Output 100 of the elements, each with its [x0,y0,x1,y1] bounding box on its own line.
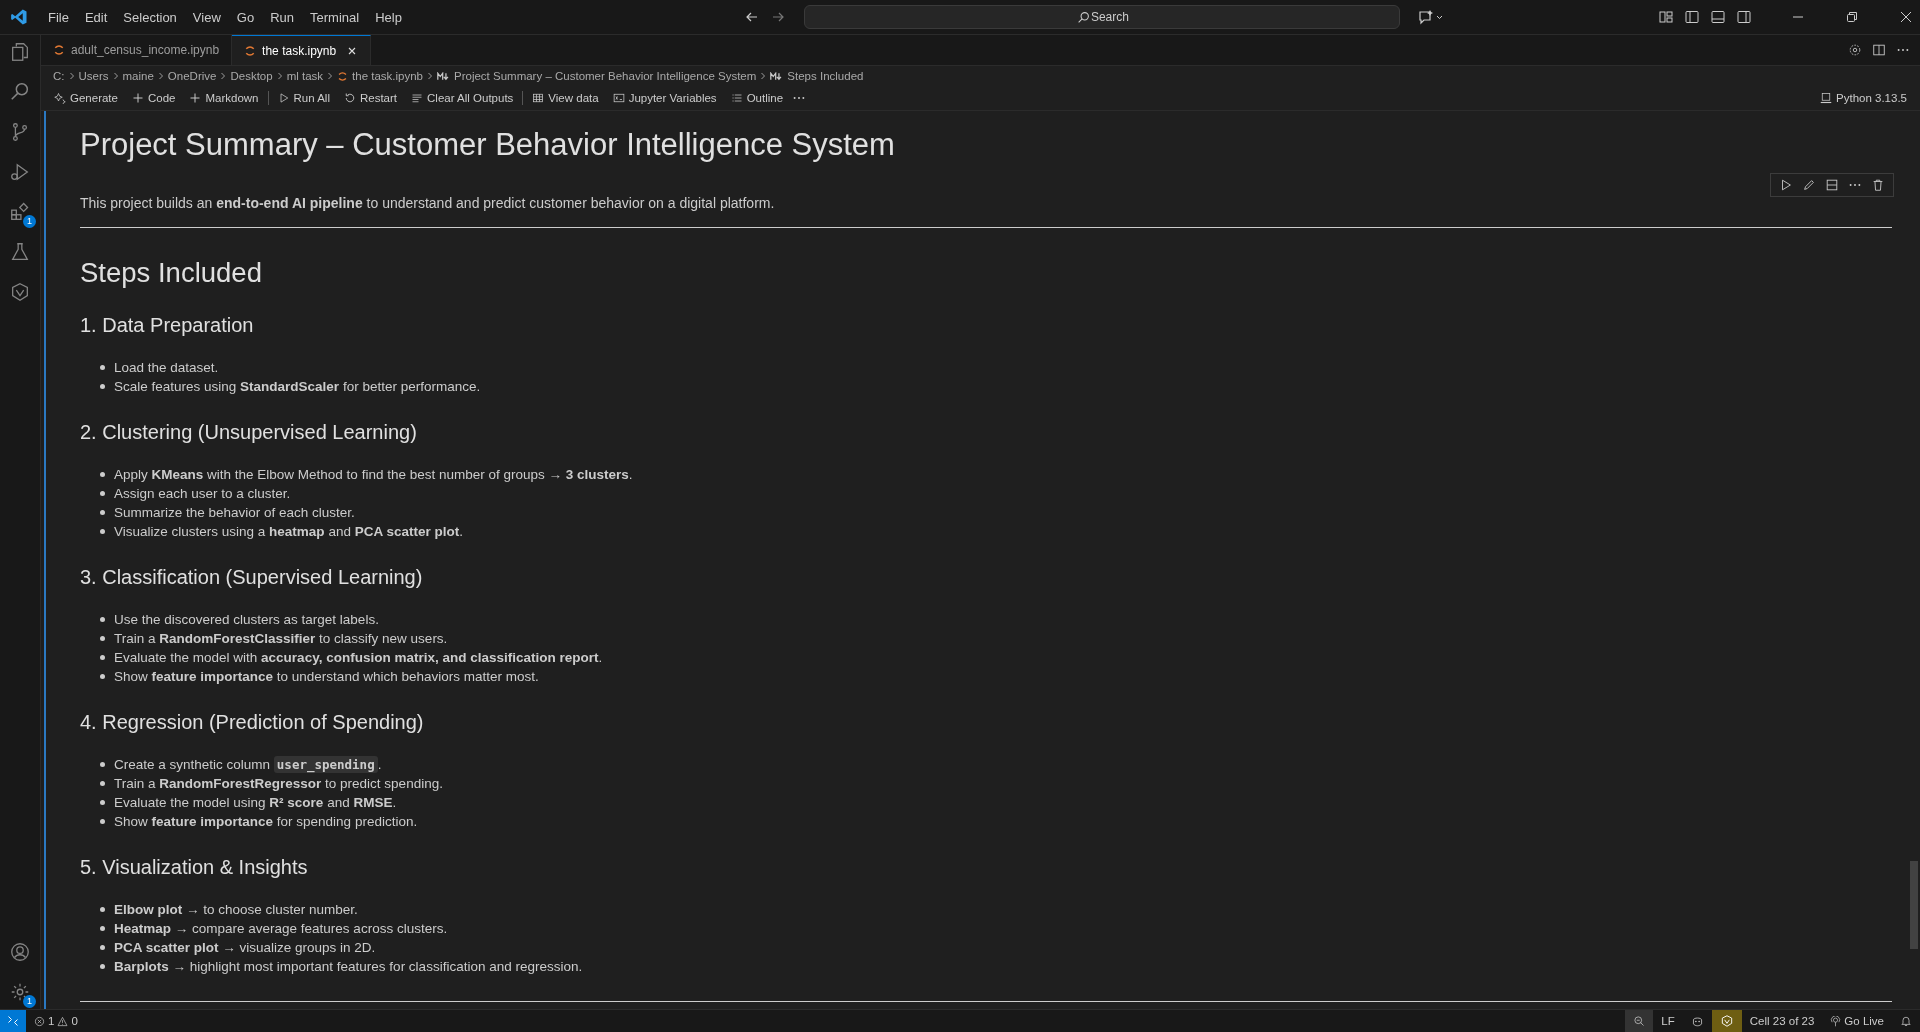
menu-item[interactable]: Help [367,6,410,28]
split-cell-icon[interactable] [1825,178,1839,192]
breadcrumb-item[interactable]: Users [78,70,109,82]
restore-icon[interactable] [1844,9,1860,25]
breadcrumb-item[interactable]: maine [122,70,154,82]
list-item: Summarize the behavior of each cluster. [114,504,355,522]
grid-icon [532,92,545,104]
chevron-icon [327,72,334,80]
toolbar-button[interactable]: Outline [725,90,789,106]
plus-icon [131,92,144,104]
variables-icon [612,92,625,104]
menu-item[interactable]: Selection [115,6,185,28]
notebook-icon [337,70,349,82]
explorer-icon[interactable] [9,41,31,63]
problems-status[interactable]: 1 0 [26,1010,86,1032]
kernel-picker[interactable]: Python 3.13.5 [1815,90,1912,106]
go-live-button[interactable]: Go Live [1822,1010,1892,1032]
zoom-button[interactable] [1625,1010,1654,1032]
breadcrumb-item[interactable]: C: [53,70,65,82]
list-item: Load the dataset. [114,359,219,377]
close-icon[interactable] [1898,9,1914,25]
account-icon[interactable] [9,941,31,963]
toolbar-button[interactable]: Markdown [184,90,264,106]
section-heading: 4. Regression (Prediction of Spending) [80,711,425,734]
breadcrumb-item[interactable]: the task.ipynb [352,70,423,82]
menu-item[interactable]: View [184,6,229,28]
editor-tab[interactable]: the task.ipynb [232,35,372,65]
broadcast-icon [1830,1015,1842,1027]
list-item: Apply KMeans with the Elbow Method to find the best number of groups → 3 clusters. [114,466,633,484]
list-item: Evaluate the model with accuracy, confusion matrix, and classification report. [114,649,603,667]
list-item: Assign each user to a cluster. [114,485,291,503]
bullet-icon [100,617,105,622]
markdown-icon [437,71,450,81]
outline-icon [730,92,743,104]
clear-icon [411,92,424,104]
menu-item[interactable]: Run [262,6,302,28]
toolbar-button[interactable]: Code [126,90,181,106]
app-logo-icon [10,8,28,26]
sidebar-toggle-icon[interactable] [1684,9,1700,25]
toolbar-button[interactable]: Jupyter Variables [607,90,722,106]
bullet-icon [100,945,105,950]
paragraph: This project builds an end-to-end AI pipeline to understand and predict customer behavior on a digital platform. [80,195,776,211]
toolbar-button[interactable]: Restart [338,90,403,106]
chevron-icon [760,72,767,80]
bullet-icon [100,819,105,824]
list-item: Show feature importance for spending prediction. [114,813,418,831]
menu-item[interactable]: File [40,6,77,28]
search-icon[interactable] [9,81,31,103]
list-item: Evaluate the model using R² score and RMSE. [114,794,397,812]
notebook-icon [53,44,65,56]
bullet-icon [100,384,105,389]
menu-item[interactable]: Terminal [302,6,368,28]
chevron-icon [157,72,164,80]
warning-icon [57,1015,69,1027]
delete-icon[interactable] [1871,178,1885,192]
bullet-icon [100,964,105,969]
toolbar-button[interactable]: Run All [272,90,335,106]
toolbar-button[interactable]: Generate [49,90,123,106]
computer-icon [1820,92,1832,104]
edit-icon[interactable] [1802,178,1816,192]
menu-item[interactable]: Edit [76,6,116,28]
run-icon[interactable] [1779,178,1793,192]
notebook-icon [244,44,257,57]
bullet-icon [100,636,105,641]
list-item: Show feature importance to understand which behaviors matter most. [114,668,539,686]
menu-item[interactable]: Go [228,6,263,28]
extension-status-button[interactable] [1711,1010,1742,1032]
breadcrumb-item[interactable]: Project Summary – Customer Behavior Intelligence System [454,70,757,82]
bullet-icon [100,655,105,660]
bullet-icon [100,781,105,786]
breadcrumb-item[interactable]: OneDrive [167,70,217,82]
list-item: Heatmap → compare average features across clusters. [114,920,448,938]
bullet-icon [100,762,105,767]
chat-sparkle-icon[interactable] [1417,9,1444,25]
search-field[interactable]: Search [803,5,1400,29]
sparkle-icon [54,92,66,104]
remote-icon [7,1015,19,1027]
cell-position-status[interactable]: Cell 23 of 23 [1741,1010,1823,1032]
line-ending-status[interactable]: LF [1653,1010,1683,1032]
breadcrumb-item[interactable]: Desktop [230,70,273,82]
panel-toggle-icon[interactable] [1710,9,1726,25]
layout-icon[interactable] [1658,9,1674,25]
settings-icon[interactable] [1848,43,1862,57]
list-item: Train a RandomForestRegressor to predict spending. [114,775,443,793]
secondary-sidebar-icon[interactable] [1736,9,1752,25]
breadcrumb-item[interactable]: Steps Included [787,70,864,82]
robot-icon [1690,1014,1704,1028]
toolbar-button[interactable]: Clear All Outputs [406,90,519,106]
bullet-icon [100,926,105,931]
extensions-icon[interactable] [9,201,31,223]
settings-icon[interactable] [9,981,31,1003]
breadcrumb-item[interactable]: ml task [286,70,324,82]
debug-icon[interactable] [9,161,31,183]
zoom-out-icon [1633,1015,1646,1027]
scrollbar-thumb[interactable] [1910,861,1918,949]
list-item: Elbow plot → to choose cluster number. [114,901,358,919]
toolbar-button[interactable]: View data [527,90,604,106]
testing-icon[interactable] [9,241,31,263]
split-editor-icon[interactable] [1872,43,1886,57]
run-icon [277,92,290,104]
